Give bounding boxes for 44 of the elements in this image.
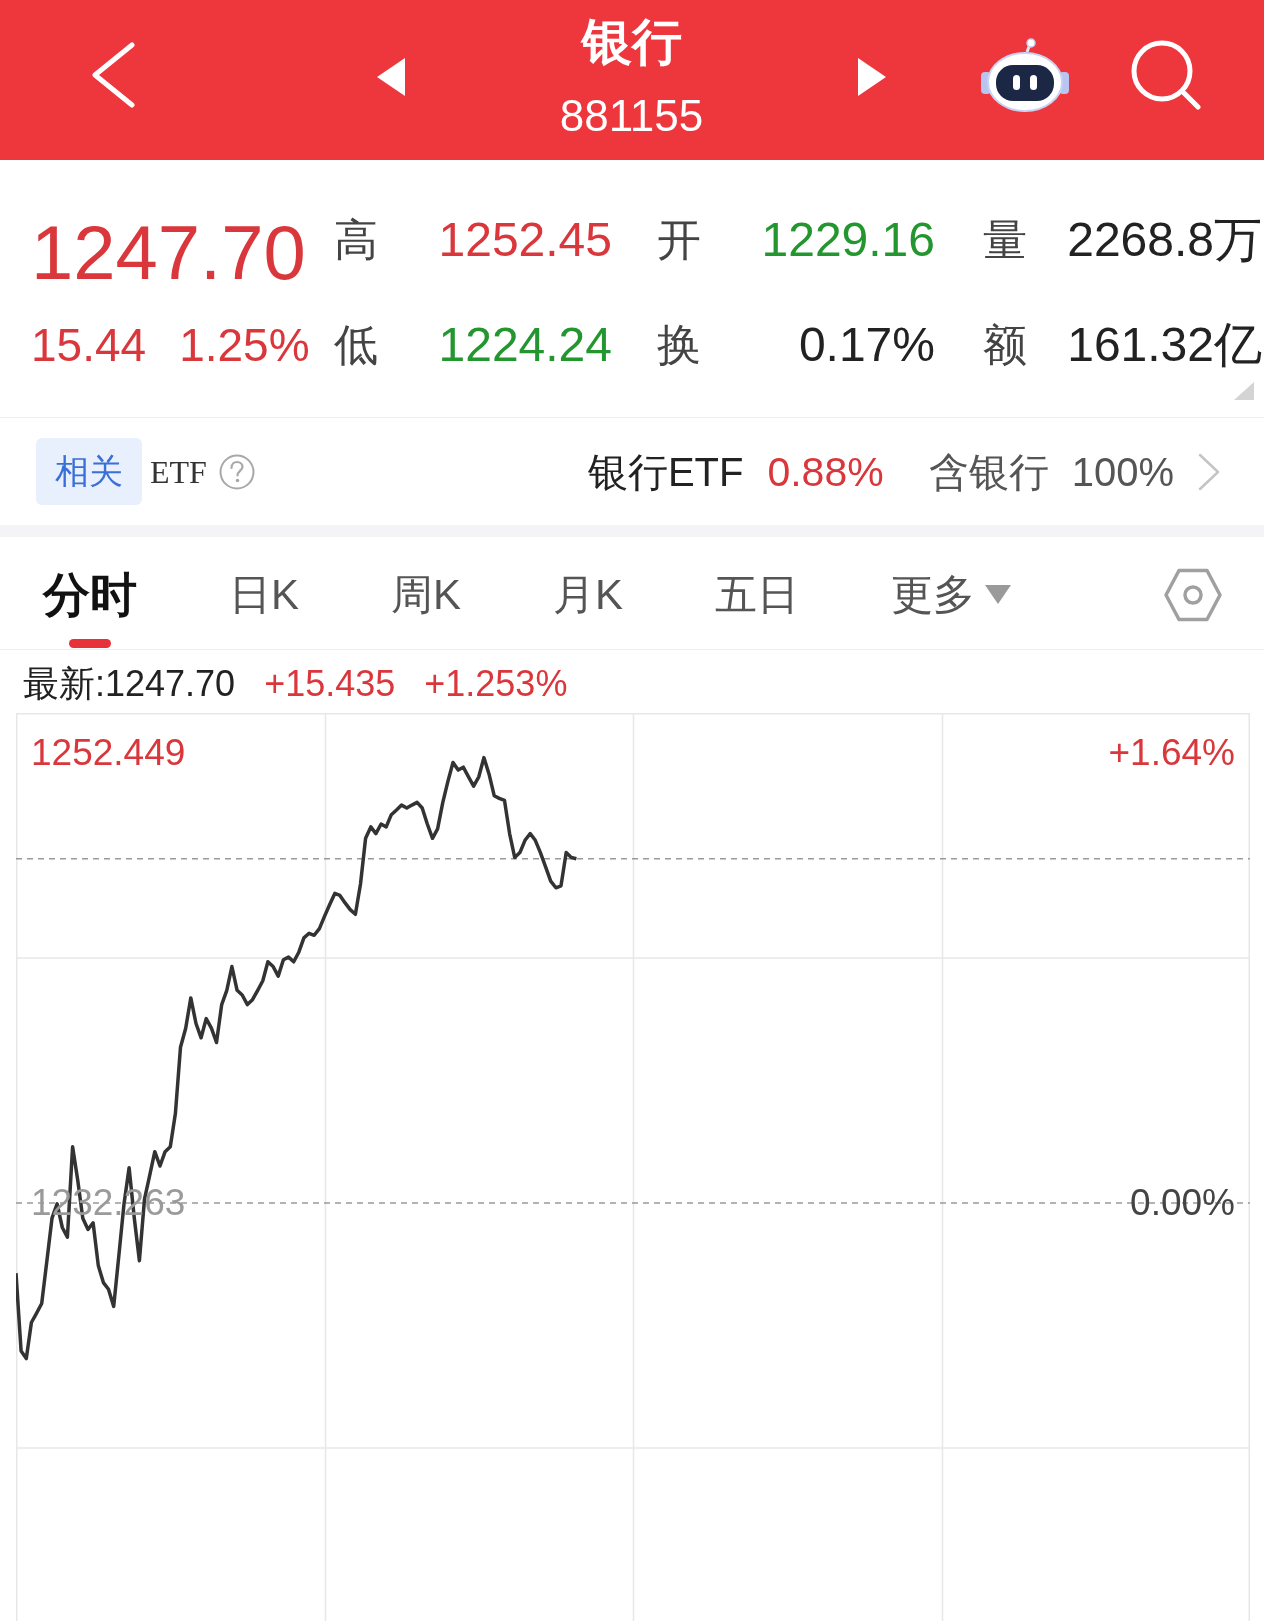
robot-icon[interactable] [981, 38, 1069, 112]
search-icon[interactable] [1129, 39, 1201, 111]
stat-label: 换 [657, 319, 701, 371]
stat-label: 高 [334, 214, 378, 266]
percent-axis-label: +1.64% [1108, 730, 1235, 775]
price-value: 1247.70 [31, 215, 307, 291]
left-triangle-icon[interactable] [377, 58, 405, 96]
back-icon[interactable] [91, 42, 135, 108]
chart-tab[interactable]: 五日 [715, 537, 800, 620]
stat-value: 1224.24 [438, 317, 612, 373]
stat-value: 2268.8万 [1067, 212, 1262, 268]
stat-value: 161.32亿 [1067, 317, 1262, 373]
price-change: 15.44 [31, 318, 147, 372]
chart-tab[interactable]: 日K [229, 537, 299, 620]
change-percent: +1.253% [424, 661, 568, 706]
settings-icon[interactable] [1164, 568, 1222, 622]
change-percent: 1.25% [179, 318, 310, 372]
chart-tab[interactable]: 更多 [891, 537, 1012, 620]
tab-indicator [69, 639, 111, 648]
caret-icon [985, 585, 1012, 605]
stat-label: 额 [983, 319, 1027, 371]
stock-code: 881155 [559, 90, 704, 142]
right-triangle-icon[interactable] [858, 58, 886, 96]
holding-label: 含银行 [928, 448, 1049, 496]
stat-label: 开 [657, 214, 701, 266]
holding-value: 100% [1071, 448, 1174, 496]
section-label: ETF [150, 452, 207, 492]
fund-name[interactable]: 银行ETF [587, 447, 744, 496]
fund-change: 0.88% [767, 447, 884, 496]
page-title: 银行 [581, 14, 682, 70]
stat-label: 低 [334, 319, 378, 371]
change-value: +15.435 [264, 661, 396, 706]
related-tag: 相关 [36, 438, 142, 505]
help-icon[interactable] [218, 453, 255, 490]
percent-axis-label: 0.00% [1130, 1180, 1235, 1225]
chart-tab[interactable]: 周K [391, 537, 462, 620]
stat-value: 0.17% [798, 317, 935, 373]
chart-tab[interactable]: 分时 [43, 537, 137, 648]
chart-tab[interactable]: 月K [553, 537, 624, 620]
stat-value: 1252.45 [438, 212, 612, 268]
latest-price: 最新:1247.70 [23, 661, 236, 706]
price-axis-label: 1252.449 [31, 730, 186, 775]
stat-label: 量 [983, 214, 1027, 266]
stat-value: 1229.16 [761, 212, 935, 268]
